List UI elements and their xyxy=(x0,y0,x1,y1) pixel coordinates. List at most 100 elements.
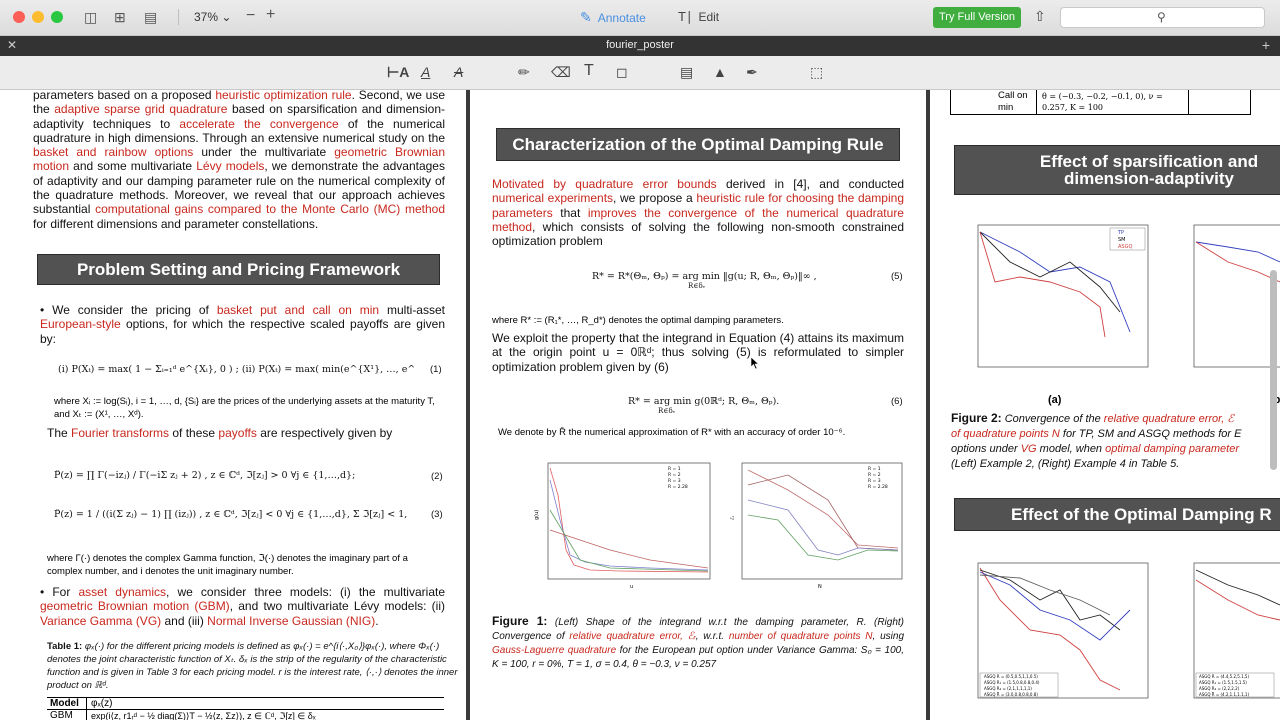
text-tool-icon[interactable]: T xyxy=(584,62,594,80)
figure-1-caption: Figure 1: (Left) Shape of the integrand … xyxy=(492,614,904,672)
table-header-model: Model xyxy=(47,698,87,709)
series-asgq xyxy=(979,231,1106,338)
highlight: numerical experiments xyxy=(492,191,614,206)
table-1-caption: Table 1: φₓ(·) for the different pricing… xyxy=(47,640,461,692)
search-icon: ⚲ xyxy=(1157,10,1166,24)
series-r3 xyxy=(747,499,899,556)
grid-view-icon[interactable]: ⊞ xyxy=(114,9,126,26)
zoom-in-icon[interactable]: + xyxy=(266,6,275,24)
caption-label: Table 1: xyxy=(47,641,83,652)
plot-frame xyxy=(1193,224,1280,368)
selection-icon[interactable]: ⬚ xyxy=(810,64,823,81)
series-tp xyxy=(979,231,1131,333)
vertical-scrollbar[interactable] xyxy=(1270,270,1277,470)
series-asgq-r2 xyxy=(979,571,1131,641)
note-icon[interactable]: ▤ xyxy=(680,64,693,81)
legend-item: ASGQ xyxy=(1118,244,1132,250)
series-asgq-r xyxy=(1195,579,1280,621)
tab-bar: ✕ fourier_poster + xyxy=(0,36,1280,56)
poster-column-middle: Characterization of the Optimal Damping … xyxy=(470,90,926,720)
table-fragment: Call on min θ = (−0.3, −0.2, −0.1, 0), ν… xyxy=(950,90,1251,115)
table-row-gbm-value: exp(i⟨z, r1ᵣᵈ − ½ diag(Σ)⟩T − ½⟨z, Σz⟩),… xyxy=(91,711,316,720)
eraser-icon[interactable]: ⌫ xyxy=(551,64,571,81)
text: model, when xyxy=(1036,443,1106,455)
legend-item: R = 2.28 xyxy=(668,484,688,490)
try-full-version-button[interactable]: Try Full Version xyxy=(933,7,1021,28)
intro-paragraph: parameters based on a proposed heuristic… xyxy=(33,90,445,231)
zoom-value: 37% xyxy=(194,10,219,24)
equation-5-number: (5) xyxy=(891,271,903,282)
caption-label: Figure 2: xyxy=(951,411,1002,425)
text: Convergence of the xyxy=(1001,413,1104,425)
poster-column-left: parameters based on a proposed heuristic… xyxy=(0,90,466,720)
text: options under xyxy=(951,443,1021,455)
zoom-window-button[interactable] xyxy=(51,11,63,23)
window-toolbar: ◫ ⊞ ▤ 37% ⌄ − + ✎ Annotate T∣ Edit Try Ful… xyxy=(0,0,1280,36)
shapes-icon[interactable]: ◻ xyxy=(616,64,628,81)
highlight: VG xyxy=(1020,443,1037,455)
highlight-text-icon[interactable]: A xyxy=(421,64,430,80)
stamp-icon[interactable]: ▲ xyxy=(713,64,727,80)
sidebar-icon[interactable]: ◫ xyxy=(84,9,97,26)
text: for different dimensions and parameter c… xyxy=(33,216,319,231)
new-tab-icon[interactable]: + xyxy=(1262,37,1270,53)
zoom-out-icon[interactable]: − xyxy=(246,7,255,25)
equation-5-subscript: R∈δᵥ xyxy=(688,282,706,290)
page-layout-icon[interactable]: ▤ xyxy=(144,9,157,26)
highlight: relative quadrature error, ℰ xyxy=(1103,413,1234,425)
where-assets-text: where Xᵢ := log(Sᵢ), i = 1, …, d, {Sᵢ} a… xyxy=(54,396,435,420)
legend-item: TP xyxy=(1117,230,1124,236)
right-legend: R = 1 R = 2 R = 3 R = 2.28 xyxy=(868,466,888,490)
highlight: relative quadrature error, ℰᵣ xyxy=(569,631,696,642)
equation-6-number: (6) xyxy=(891,396,903,407)
zoom-level-select[interactable]: 37% ⌄ xyxy=(194,10,231,24)
highlight: computational gains compared to the Mont… xyxy=(95,202,445,217)
figure-3a-plot: ASGQ R = (0.5,0.5,1,1,0.5) ASGQ R₁ = (1.… xyxy=(977,562,1149,699)
mouse-cursor-icon xyxy=(750,356,760,370)
caption-text: φₓ(·) for the different pricing models i… xyxy=(47,641,458,691)
search-input[interactable]: ⚲ xyxy=(1060,7,1265,28)
series-r2 xyxy=(549,479,709,571)
optimal-damping-definition: where R* := (R₁*, …, R_d*) denotes the o… xyxy=(492,315,784,326)
series-r228 xyxy=(549,509,709,572)
highlight: Fourier transforms xyxy=(71,426,170,440)
annotate-button[interactable]: ✎ Annotate xyxy=(580,9,646,26)
table-row-gbm-label: GBM xyxy=(47,710,87,720)
text: , we consider three models: (i) the mult… xyxy=(165,585,445,599)
highlight: adaptive sparse grid quadrature xyxy=(54,102,228,117)
subfigure-a-label: (a) xyxy=(1048,394,1062,406)
signature-icon[interactable]: ✒ xyxy=(746,64,758,81)
close-window-button[interactable] xyxy=(13,11,25,23)
equation-5: R* = R*(Θₘ, Θₚ) = arg min ‖g(u; R, Θₘ, Θ… xyxy=(592,271,817,282)
series-asgq-r xyxy=(979,567,1121,691)
text: , and two multivariate Lévy models: (ii) xyxy=(229,599,446,614)
fig3b-legend: ASGQ R = (4.4,5.2,5.1,5) ASGQ R₁ = (1.5,… xyxy=(1195,672,1275,698)
legend-item: ASGQ R₂ = (2,2,2,2) xyxy=(1199,686,1240,691)
text: multi-asset xyxy=(379,303,445,317)
highlight: heuristic optimization rule xyxy=(215,90,352,102)
text-style-icon[interactable]: ⊢A xyxy=(387,64,409,81)
legend-item: ASGQ R = (0.5,0.5,1,1,0.5) xyxy=(984,674,1038,679)
minimize-window-button[interactable] xyxy=(32,11,44,23)
text: that xyxy=(552,205,588,220)
x-axis-label: N xyxy=(818,584,822,590)
text: The xyxy=(47,426,72,440)
strikethrough-icon[interactable]: A xyxy=(454,64,463,80)
equation-6: R* = arg min g(0ℝᵈ; R, Θₘ, Θₚ). xyxy=(628,396,780,407)
bullet-asset-dynamics: • For asset dynamics, we consider three … xyxy=(40,585,446,628)
text: are respectively given by xyxy=(256,426,393,440)
legend-item: R = 2 xyxy=(868,472,881,478)
section-header-optimal-damping: Effect of the Optimal Damping R xyxy=(954,498,1280,531)
share-icon[interactable]: ⇧ xyxy=(1034,8,1046,25)
highlight: optimal damping parameter xyxy=(1105,443,1240,455)
table-fragment-value: θ = (−0.3, −0.2, −0.1, 0), ν = 0.257, K … xyxy=(1042,92,1163,112)
text: of these xyxy=(169,426,219,440)
highlight: Gauss-Laguerre quadrature xyxy=(492,645,617,656)
edit-button[interactable]: T∣ Edit xyxy=(678,9,719,25)
highlight: Variance Gamma (VG) xyxy=(40,613,162,628)
pencil-icon[interactable]: ✏ xyxy=(518,64,530,81)
equation-2: P̂(z) = ∏ Γ(−izⱼ) / Γ(−iΣ zⱼ + 2) , z ∈ … xyxy=(54,470,356,481)
text: under the multivariate xyxy=(193,145,335,160)
text: for TP, SM and ASGQ methods for E xyxy=(1059,428,1242,440)
legend-item: R = 3 xyxy=(668,478,681,484)
